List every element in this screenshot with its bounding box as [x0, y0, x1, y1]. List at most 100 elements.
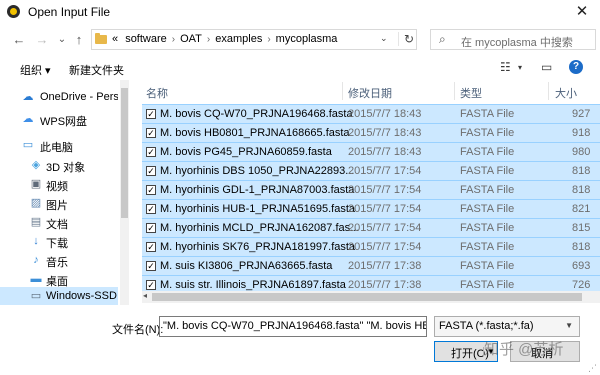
file-size: 818 — [572, 165, 591, 177]
recent-locations-icon[interactable]: ⌄ — [55, 33, 69, 47]
close-icon[interactable]: ✕ — [572, 2, 592, 22]
file-name: M. hyorhinis GDL-1_PRJNA87003.fasta — [160, 184, 355, 196]
file-date: 2015/7/7 17:54 — [348, 165, 422, 177]
horizontal-scrollbar-thumb[interactable] — [152, 293, 582, 301]
sidebar-item-downloads[interactable]: ↓ 下载 — [0, 232, 118, 252]
checkbox-checked-icon[interactable]: ✓ — [146, 204, 156, 214]
chevron-down-icon: ▼ — [565, 321, 573, 330]
file-size: 693 — [572, 260, 591, 272]
preview-pane-icon[interactable]: ▭ — [541, 60, 552, 74]
breadcrumb-software[interactable]: software — [125, 33, 167, 45]
resize-grip-icon[interactable]: ⋰ — [588, 363, 597, 374]
view-options-icon[interactable]: ☷ — [500, 60, 511, 74]
sidebar-item-wps[interactable]: ☁ WPS网盘 — [0, 110, 118, 130]
filename-input[interactable]: "M. bovis CQ-W70_PRJNA196468.fasta" "M. … — [159, 316, 427, 337]
file-name: M. bovis CQ-W70_PRJNA196468.fasta — [160, 108, 353, 120]
file-name: M. suis KI3806_PRJNA63665.fasta — [160, 260, 333, 272]
column-divider[interactable] — [548, 82, 549, 100]
sidebar-scrollbar-thumb[interactable] — [121, 88, 128, 218]
address-dropdown-icon[interactable]: ⌄ — [380, 33, 388, 44]
folder-icon — [95, 33, 107, 44]
column-divider[interactable] — [342, 82, 343, 100]
file-name: M. hyorhinis HUB-1_PRJNA51695.fasta — [160, 203, 356, 215]
sidebar-item-pictures[interactable]: ▨ 图片 — [0, 194, 118, 214]
new-folder-button[interactable]: 新建文件夹 — [69, 62, 124, 78]
file-row[interactable]: ✓ M. hyorhinis MCLD_PRJNA162087.fas... 2… — [142, 218, 600, 238]
sidebar-scrollbar[interactable] — [120, 80, 129, 305]
file-date: 2015/7/7 17:54 — [348, 222, 422, 234]
breadcrumb-examples[interactable]: examples — [215, 33, 262, 45]
checkbox-checked-icon[interactable]: ✓ — [146, 109, 156, 119]
filetype-select[interactable]: FASTA (*.fasta;*.fa) ▼ — [434, 316, 580, 337]
file-row[interactable]: ✓ M. hyorhinis GDL-1_PRJNA87003.fasta 20… — [142, 180, 600, 200]
column-header-name[interactable]: 名称 — [146, 85, 168, 101]
column-header-type[interactable]: 类型 — [460, 85, 482, 101]
sidebar-item-this-pc[interactable]: ▭ 此电脑 — [0, 136, 118, 156]
breadcrumb-oat[interactable]: OAT — [180, 33, 202, 45]
document-icon: ▤ — [30, 216, 42, 228]
music-icon: ♪ — [33, 254, 39, 266]
sidebar-item-documents[interactable]: ▤ 文档 — [0, 213, 118, 233]
sidebar-item-3d-objects[interactable]: ◈ 3D 对象 — [0, 156, 118, 176]
checkbox-checked-icon[interactable]: ✓ — [146, 128, 156, 138]
address-bar[interactable]: « software › OAT › examples › mycoplasma ⌄ ↻ — [91, 29, 417, 50]
file-type: FASTA File — [460, 165, 515, 177]
checkbox-checked-icon[interactable]: ✓ — [146, 147, 156, 157]
navigation-pane: ☁ OneDrive - Perso ☁ WPS网盘 ▭ 此电脑 ◈ 3D 对象… — [0, 80, 118, 305]
title-bar[interactable]: Open Input File ✕ — [0, 0, 600, 24]
horizontal-scrollbar[interactable]: ◂ — [142, 291, 600, 303]
checkbox-checked-icon[interactable]: ✓ — [146, 185, 156, 195]
file-row[interactable]: ✓ M. bovis PG45_PRJNA60859.fasta 2015/7/… — [142, 142, 600, 162]
window-title: Open Input File — [28, 5, 111, 19]
file-size: 815 — [572, 222, 591, 234]
checkbox-checked-icon[interactable]: ✓ — [146, 261, 156, 271]
back-arrow-icon[interactable]: ← — [12, 33, 26, 47]
checkbox-checked-icon[interactable]: ✓ — [146, 280, 156, 290]
view-dropdown-icon[interactable]: ▾ — [518, 63, 522, 72]
file-name: M. bovis PG45_PRJNA60859.fasta — [160, 146, 332, 158]
file-date: 2015/7/7 17:54 — [348, 184, 422, 196]
checkbox-checked-icon[interactable]: ✓ — [146, 242, 156, 252]
file-type: FASTA File — [460, 146, 515, 158]
breadcrumb[interactable]: « software › OAT › examples › mycoplasma — [112, 33, 337, 45]
app-icon — [7, 5, 20, 18]
download-icon: ↓ — [33, 235, 39, 247]
organize-button[interactable]: 组织 ▾ — [20, 62, 51, 78]
sidebar-item-windows-ssd[interactable]: ▭ Windows-SSD ( — [0, 287, 118, 305]
file-row[interactable]: ✓ M. hyorhinis HUB-1_PRJNA51695.fasta 20… — [142, 199, 600, 219]
up-arrow-icon[interactable]: ↑ — [72, 33, 86, 47]
file-size: 818 — [572, 184, 591, 196]
file-date: 2015/7/7 17:54 — [348, 241, 422, 253]
computer-icon: ▭ — [22, 139, 34, 151]
breadcrumb-mycoplasma[interactable]: mycoplasma — [276, 33, 338, 45]
file-name: M. hyorhinis DBS 1050_PRJNA22893... — [160, 165, 355, 177]
sidebar-item-onedrive[interactable]: ☁ OneDrive - Perso — [0, 88, 119, 108]
sidebar-item-music[interactable]: ♪ 音乐 — [0, 251, 118, 271]
checkbox-checked-icon[interactable]: ✓ — [146, 166, 156, 176]
checkbox-checked-icon[interactable]: ✓ — [146, 223, 156, 233]
refresh-icon[interactable]: ↻ — [398, 32, 416, 46]
file-row[interactable]: ✓ M. bovis HB0801_PRJNA168665.fasta 2015… — [142, 123, 600, 143]
search-box[interactable]: ⌕ 在 mycoplasma 中搜索 — [430, 29, 596, 50]
file-row[interactable]: ✓ M. hyorhinis DBS 1050_PRJNA22893... 20… — [142, 161, 600, 181]
file-row[interactable]: ✓ M. suis KI3806_PRJNA63665.fasta 2015/7… — [142, 256, 600, 276]
column-header-size[interactable]: 大小 — [555, 85, 577, 101]
file-date: 2015/7/7 18:43 — [348, 127, 422, 139]
file-row[interactable]: ✓ M. bovis CQ-W70_PRJNA196468.fasta 2015… — [142, 104, 600, 124]
column-header-date[interactable]: 修改日期 — [348, 85, 392, 101]
search-placeholder: 在 mycoplasma 中搜索 — [461, 37, 573, 49]
sidebar-item-videos[interactable]: ▣ 视频 — [0, 175, 118, 195]
file-name: M. suis str. Illinois_PRJNA61897.fasta — [160, 279, 346, 291]
file-date: 2015/7/7 18:43 — [348, 108, 422, 120]
file-date: 2015/7/7 17:54 — [348, 203, 422, 215]
file-row[interactable]: ✓ M. hyorhinis SK76_PRJNA181997.fasta 20… — [142, 237, 600, 257]
column-divider[interactable] — [454, 82, 455, 100]
scroll-left-icon[interactable]: ◂ — [143, 291, 147, 300]
filetype-value: FASTA (*.fasta;*.fa) — [439, 320, 534, 332]
breadcrumb-overflow[interactable]: « — [112, 33, 118, 45]
watermark: 知乎 @苏析 — [484, 341, 564, 358]
file-size: 927 — [572, 108, 591, 120]
forward-arrow-icon[interactable]: → — [35, 33, 49, 47]
file-date: 2015/7/7 17:38 — [348, 279, 422, 291]
help-icon[interactable]: ? — [569, 60, 583, 74]
